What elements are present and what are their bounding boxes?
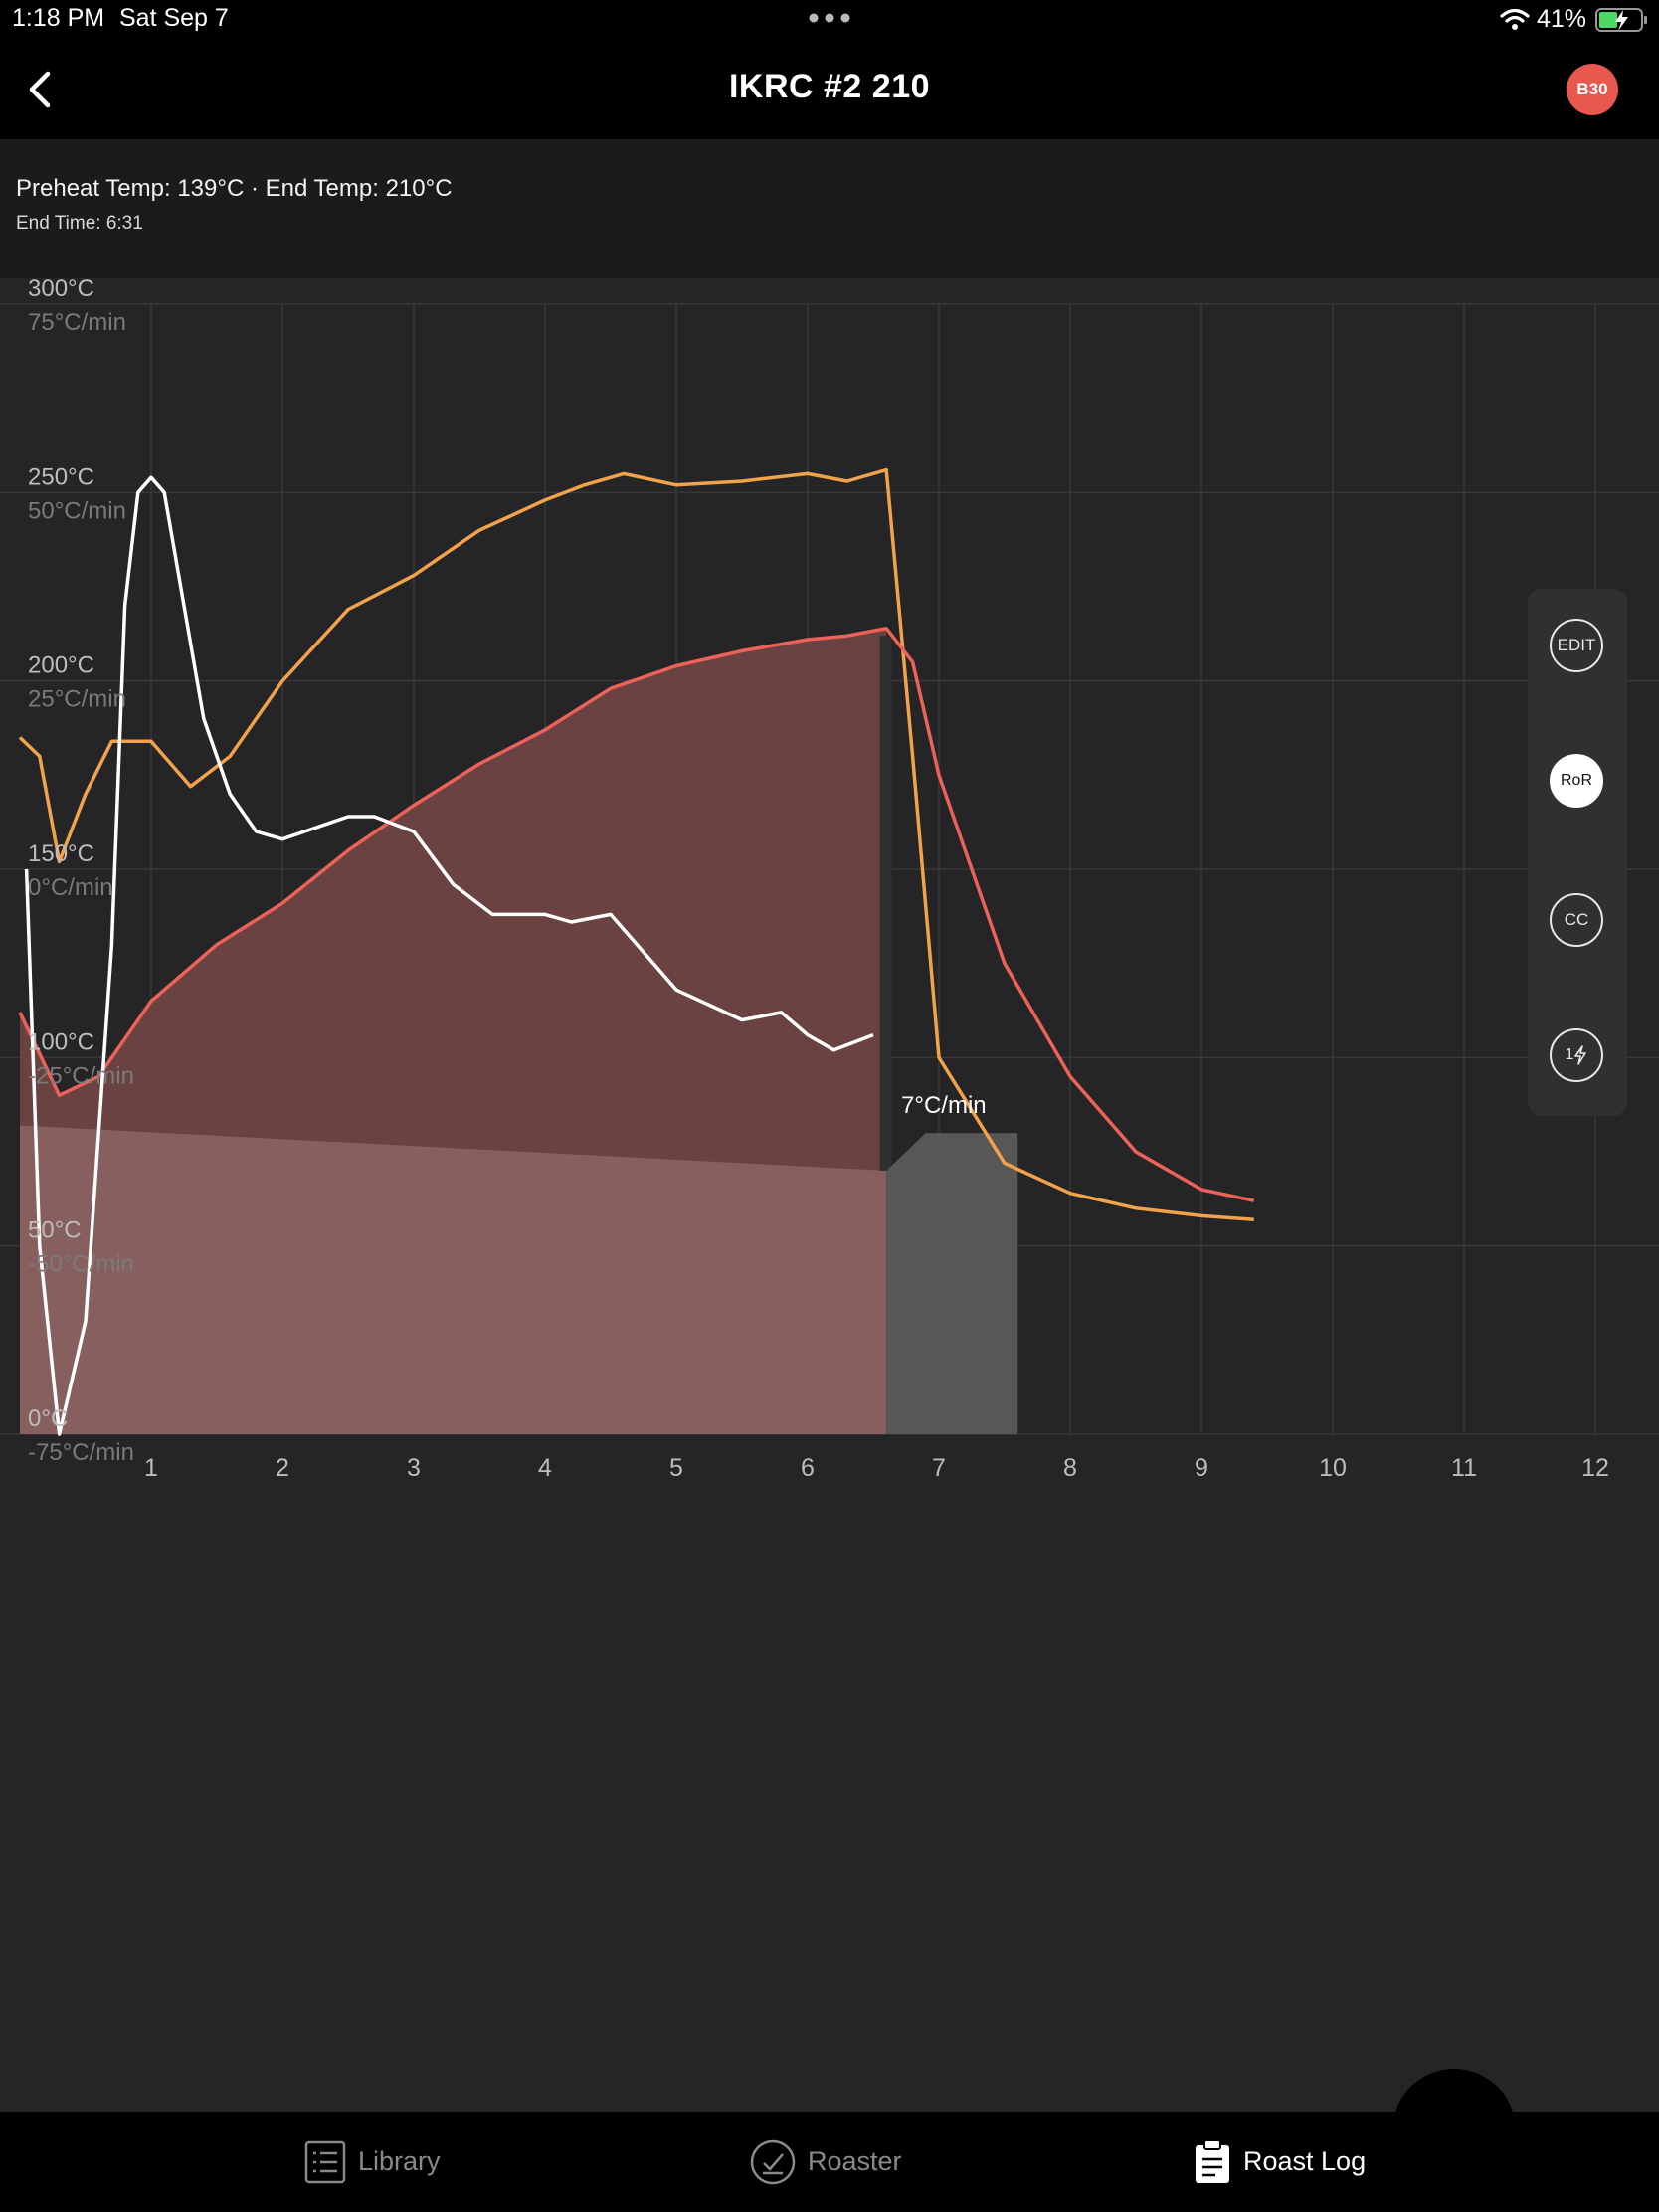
tab-roaster[interactable]: Roaster xyxy=(750,2112,902,2212)
power-toggle-label: 1 xyxy=(1565,1046,1574,1063)
ror-value-label: 7°C/min xyxy=(901,1092,987,1119)
x-tick-label: 12 xyxy=(1581,1454,1609,1482)
x-tick-label: 2 xyxy=(276,1454,289,1482)
temp-tick-label: 200°C xyxy=(28,652,94,679)
x-tick-label: 1 xyxy=(144,1454,158,1482)
temp-tick-label: 100°C xyxy=(28,1028,94,1055)
tab-bar: Library Roaster Roast Log xyxy=(0,2112,1659,2212)
roast-chart[interactable]: 300°C 75°C/min 250°C 50°C/min 200°C 25°C/min 1… xyxy=(0,278,1659,2192)
temp-tick-label: 300°C xyxy=(28,278,94,302)
roaster-badge[interactable]: B30 xyxy=(1567,64,1618,115)
ror-tick-label: -75°C/min xyxy=(28,1439,134,1466)
page-title: IKRC #2 210 xyxy=(728,68,931,105)
x-tick-label: 7 xyxy=(932,1454,946,1482)
clipboard-icon xyxy=(1196,2138,1229,2183)
temp-summary: Preheat Temp: 139°C · End Temp: 210°C xyxy=(16,175,453,202)
temp-tick-label: 0°C xyxy=(28,1405,68,1432)
cc-toggle[interactable]: CC xyxy=(1550,893,1603,947)
x-tick-label: 9 xyxy=(1195,1454,1208,1482)
tab-library-label: Library xyxy=(358,2146,441,2176)
navigation-bar: IKRC #2 210 B30 xyxy=(0,40,1659,139)
ror-tick-label: 50°C/min xyxy=(28,497,126,524)
ror-tick-label: 0°C/min xyxy=(28,874,113,901)
lightning-icon xyxy=(1574,1045,1587,1065)
ror-toggle[interactable]: RoR xyxy=(1550,754,1603,808)
battery-percent: 41% xyxy=(1537,5,1587,33)
list-icon xyxy=(304,2140,346,2183)
ror-tick-label: -25°C/min xyxy=(28,1062,134,1089)
end-time: End Time: 6:31 xyxy=(16,213,143,234)
energy-area xyxy=(20,1125,887,1434)
ror-tick-label: 25°C/min xyxy=(28,686,126,713)
temp-tick-label: 250°C xyxy=(28,463,94,490)
drop-marker xyxy=(879,636,892,1171)
tab-roaster-label: Roaster xyxy=(808,2146,902,2176)
roast-chart-svg[interactable]: 300°C75°C/min250°C50°C/min200°C25°C/min1… xyxy=(0,278,1659,2112)
x-tick-label: 8 xyxy=(1063,1454,1077,1482)
wifi-icon xyxy=(1500,8,1530,30)
x-tick-label: 5 xyxy=(669,1454,683,1482)
check-circle-icon xyxy=(750,2139,796,2184)
tab-roast-log-label: Roast Log xyxy=(1243,2146,1367,2176)
status-date: Sat Sep 7 xyxy=(119,4,229,32)
battery-charging-icon xyxy=(1595,8,1647,32)
edit-button[interactable]: EDIT xyxy=(1550,619,1603,672)
roast-summary: Preheat Temp: 139°C · End Temp: 210°C En… xyxy=(0,139,1659,278)
x-tick-label: 3 xyxy=(407,1454,421,1482)
status-time: 1:18 PM xyxy=(12,4,105,32)
x-tick-label: 4 xyxy=(538,1454,552,1482)
temp-tick-label: 150°C xyxy=(28,840,94,867)
ror-tick-label: 75°C/min xyxy=(28,309,126,336)
x-tick-label: 11 xyxy=(1451,1454,1477,1482)
tool-panel: EDIT RoR CC 1 xyxy=(1528,589,1627,1116)
more-dots-icon[interactable] xyxy=(806,8,853,28)
x-tick-label: 6 xyxy=(801,1454,815,1482)
x-tick-label: 10 xyxy=(1319,1454,1347,1482)
status-bar: 1:18 PM Sat Sep 7 41% xyxy=(0,0,1659,40)
tab-roast-log[interactable]: Roast Log xyxy=(1194,2112,1366,2212)
tab-library[interactable]: Library xyxy=(304,2112,441,2212)
cooling-area xyxy=(886,1133,1018,1434)
ror-tick-label: -50°C/min xyxy=(28,1251,134,1278)
power-toggle[interactable]: 1 xyxy=(1550,1028,1603,1082)
temp-tick-label: 50°C xyxy=(28,1217,82,1244)
